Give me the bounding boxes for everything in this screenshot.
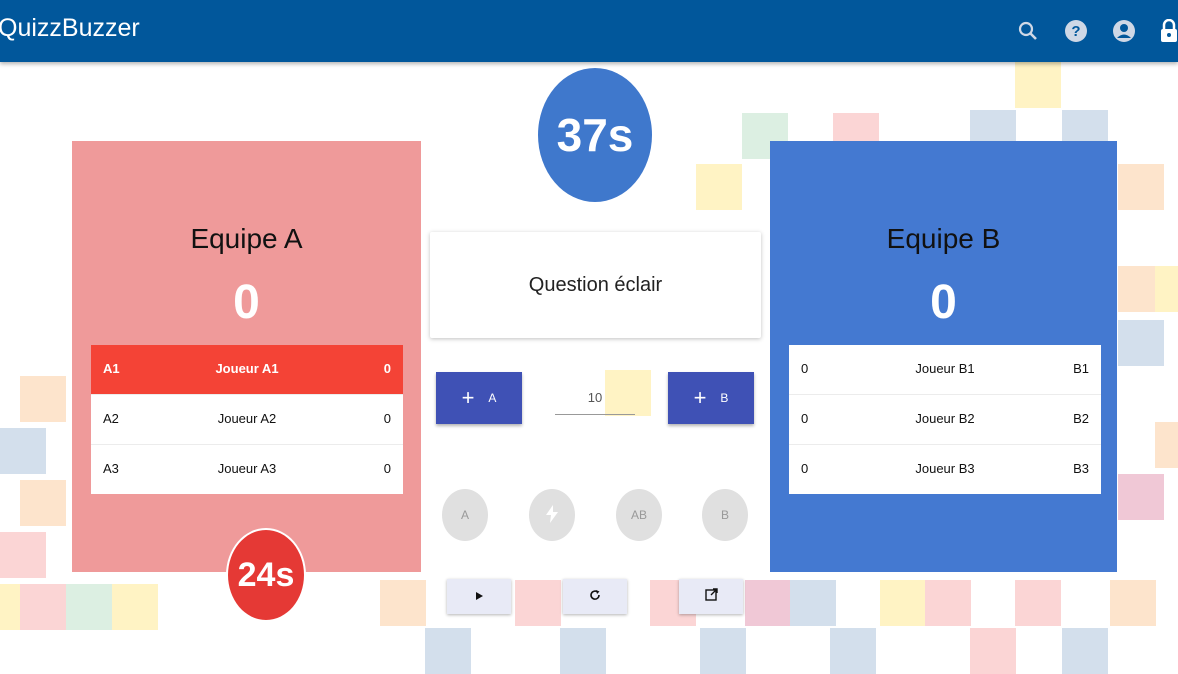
player-id: B2 bbox=[1073, 411, 1089, 426]
svg-text:?: ? bbox=[1071, 23, 1080, 40]
buzzer-b-button[interactable]: B bbox=[702, 489, 748, 541]
add-points-team-a-button[interactable]: + A bbox=[436, 372, 522, 424]
add-button-label: A bbox=[488, 391, 497, 405]
lightning-icon bbox=[545, 504, 559, 526]
add-points-team-b-button[interactable]: + B bbox=[668, 372, 754, 424]
open-external-button[interactable] bbox=[679, 579, 743, 614]
player-name: Joueur B3 bbox=[915, 461, 975, 476]
buzzer-ab-label: AB bbox=[630, 508, 647, 522]
player-score: 0 bbox=[383, 361, 391, 376]
plus-icon: + bbox=[693, 385, 707, 410]
account-icon[interactable] bbox=[1112, 19, 1136, 43]
team-a-panel: Equipe A 0 A1 Joueur A1 0 A2 Joueur A2 0… bbox=[72, 141, 421, 572]
player-row-a3[interactable]: A3 Joueur A3 0 bbox=[91, 445, 403, 494]
team-a-score: 0 bbox=[233, 276, 260, 329]
player-score: 0 bbox=[383, 461, 391, 476]
add-button-label: B bbox=[720, 391, 729, 405]
search-icon[interactable] bbox=[1016, 19, 1040, 43]
team-b-name: Equipe B bbox=[886, 223, 1001, 254]
buzzer-a-label: A bbox=[460, 508, 469, 522]
player-row-b3[interactable]: 0 Joueur B3 B3 bbox=[789, 445, 1101, 494]
team-a-player-list: A1 Joueur A1 0 A2 Joueur A2 0 A3 Joueur … bbox=[91, 345, 403, 494]
player-name: Joueur A3 bbox=[217, 461, 277, 476]
team-a-timer: 24s bbox=[226, 528, 306, 622]
player-id: B1 bbox=[1073, 361, 1089, 376]
play-icon bbox=[474, 588, 484, 606]
player-name: Joueur B1 bbox=[915, 361, 975, 376]
open-external-icon bbox=[704, 587, 718, 606]
player-row-b2[interactable]: 0 Joueur B2 B2 bbox=[789, 395, 1101, 445]
buzzer-a-button[interactable]: A bbox=[442, 489, 488, 541]
app-title: QuizzBuzzer bbox=[0, 14, 140, 42]
player-name: Joueur A2 bbox=[217, 411, 277, 426]
team-b-score: 0 bbox=[930, 276, 957, 329]
points-input[interactable] bbox=[555, 380, 635, 415]
question-card: Question éclair bbox=[430, 232, 761, 338]
team-b-panel: Equipe B 0 0 Joueur B1 B1 0 Joueur B2 B2… bbox=[770, 141, 1117, 572]
buzzer-ab-button[interactable]: AB bbox=[616, 489, 662, 541]
buzzer-b-label: B bbox=[720, 508, 729, 522]
team-a-name: Equipe A bbox=[190, 223, 303, 254]
player-row-a2[interactable]: A2 Joueur A2 0 bbox=[91, 395, 403, 445]
refresh-button[interactable] bbox=[563, 579, 627, 614]
player-row-b1[interactable]: 0 Joueur B1 B1 bbox=[789, 345, 1101, 395]
team-b-player-list: 0 Joueur B1 B1 0 Joueur B2 B2 0 Joueur B… bbox=[789, 345, 1101, 494]
player-name: Joueur A1 bbox=[215, 361, 279, 376]
player-name: Joueur B2 bbox=[915, 411, 975, 426]
refresh-icon bbox=[589, 588, 601, 606]
player-score: 0 bbox=[383, 411, 391, 426]
app-header: QuizzBuzzer ? bbox=[0, 0, 1178, 62]
lock-icon[interactable] bbox=[1160, 18, 1178, 43]
help-icon[interactable]: ? bbox=[1064, 19, 1088, 43]
question-title: Question éclair bbox=[528, 273, 663, 296]
play-button[interactable] bbox=[447, 579, 511, 614]
flash-button[interactable] bbox=[529, 489, 575, 541]
player-row-a1[interactable]: A1 Joueur A1 0 bbox=[91, 345, 403, 395]
plus-icon: + bbox=[461, 385, 475, 410]
main-timer: 37s bbox=[538, 68, 652, 202]
player-id: B3 bbox=[1073, 461, 1089, 476]
